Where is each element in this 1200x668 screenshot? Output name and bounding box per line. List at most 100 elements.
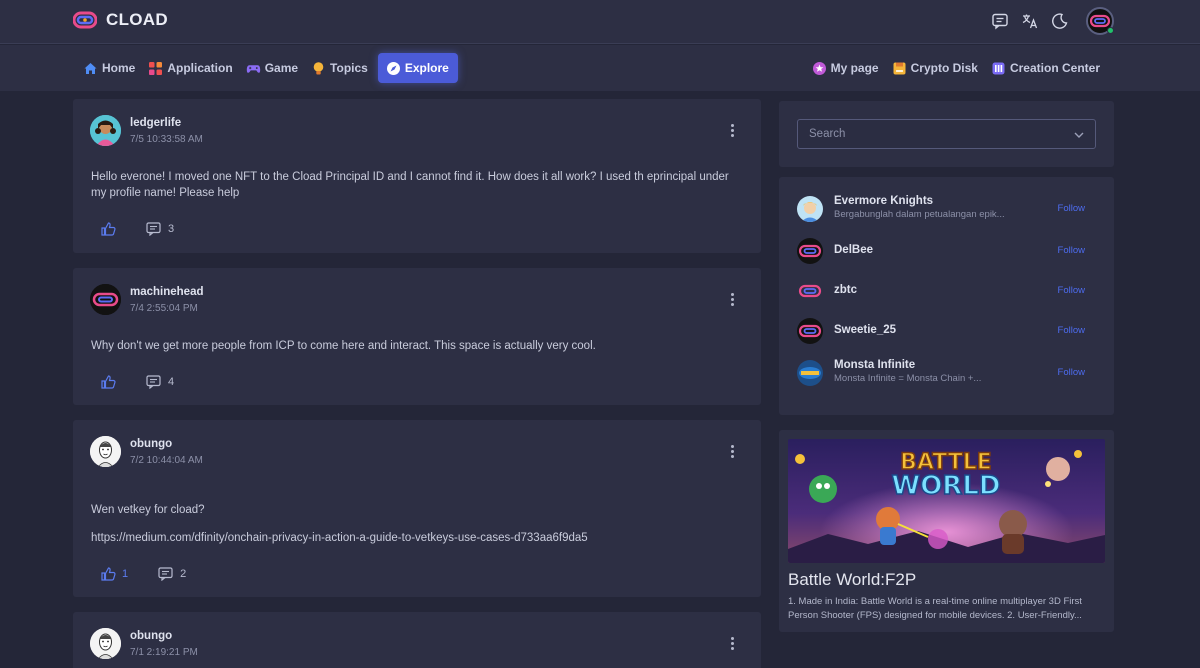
like-button[interactable] xyxy=(101,222,116,236)
sweetie-avatar[interactable] xyxy=(797,318,823,344)
knight-avatar-icon xyxy=(797,196,823,222)
monsta-infinite-avatar[interactable] xyxy=(797,360,823,386)
nav-application[interactable]: Application xyxy=(145,53,238,83)
lightbulb-icon xyxy=(311,61,326,76)
post-timestamp: 7/1 2:19:21 PM xyxy=(130,647,198,658)
evermore-knights-avatar[interactable] xyxy=(797,196,823,222)
game-logo-text-bottom: WORLD xyxy=(892,471,1001,501)
follow-button[interactable]: Follow xyxy=(1058,367,1085,378)
post-avatar[interactable] xyxy=(90,284,121,315)
post-username[interactable]: ledgerlife xyxy=(130,117,181,129)
nav-my-page[interactable]: My page xyxy=(809,53,885,83)
comment-count: 4 xyxy=(168,376,175,388)
post-card: ledgerlife 7/5 10:33:58 AM Hello everone… xyxy=(73,99,761,253)
home-icon xyxy=(83,61,98,76)
thumbs-up-icon xyxy=(101,567,116,581)
nav-explore[interactable]: Explore xyxy=(377,53,458,83)
follow-name[interactable]: Evermore Knights xyxy=(834,195,933,207)
zbtc-avatar[interactable] xyxy=(797,278,823,304)
post-timestamp: 7/4 2:55:04 PM xyxy=(130,303,198,314)
nav-application-label: Application xyxy=(167,61,233,75)
search-input[interactable] xyxy=(809,128,1069,140)
nav-home-label: Home xyxy=(102,61,136,75)
follow-item: zbtc Follow xyxy=(797,277,1097,305)
moon-icon[interactable] xyxy=(1050,11,1070,31)
search-field[interactable] xyxy=(797,119,1096,149)
chat-bubble-icon[interactable] xyxy=(990,11,1010,31)
post-avatar[interactable] xyxy=(90,436,121,467)
sketch-face-avatar-icon xyxy=(90,628,121,659)
comment-icon xyxy=(146,222,161,236)
star-badge-icon xyxy=(812,61,827,76)
more-options-icon[interactable] xyxy=(731,124,735,139)
follow-description: Monsta Infinite = Monsta Chain +... xyxy=(834,373,982,384)
post-timestamp: 7/5 10:33:58 AM xyxy=(130,134,203,145)
nav-crypto-disk[interactable]: Crypto Disk xyxy=(889,53,984,83)
nav-creation-center-label: Creation Center xyxy=(1009,61,1100,75)
game-banner-image[interactable]: BATTLE WORLD xyxy=(788,439,1105,563)
post-text: Hello everone! I moved one NFT to the Cl… xyxy=(91,171,729,199)
more-options-icon[interactable] xyxy=(731,445,735,460)
post-actions: 4 xyxy=(101,375,174,389)
post-username[interactable]: obungo xyxy=(130,630,172,642)
follow-name[interactable]: Monsta Infinite xyxy=(834,359,915,371)
sketch-face-avatar-icon xyxy=(90,436,121,467)
post-username[interactable]: obungo xyxy=(130,438,172,450)
user-avatar[interactable] xyxy=(1086,7,1114,35)
post-card: machinehead 7/4 2:55:04 PM Why don't we … xyxy=(73,268,761,405)
post-avatar[interactable] xyxy=(90,115,121,146)
post-text: Why don't we get more people from ICP to… xyxy=(91,340,596,352)
nav-game-label: Game xyxy=(264,61,299,75)
apps-grid-icon xyxy=(148,61,163,76)
follow-button[interactable]: Follow xyxy=(1058,285,1085,296)
game-description: 1. Made in India: Battle World is a real… xyxy=(788,596,1082,621)
post-text: Wen vetkey for cload? xyxy=(91,504,205,516)
follow-button[interactable]: Follow xyxy=(1058,203,1085,214)
follow-item: Monsta Infinite Monsta Infinite = Monsta… xyxy=(797,359,1097,387)
nav-game[interactable]: Game xyxy=(243,53,304,83)
like-button[interactable]: 1 xyxy=(101,567,128,581)
post-card: obungo 7/2 10:44:04 AM Wen vetkey for cl… xyxy=(73,420,761,597)
featured-game-card[interactable]: BATTLE WORLD Battle World:F2P 1. Made in… xyxy=(779,430,1114,632)
compass-icon xyxy=(386,61,401,76)
like-count: 1 xyxy=(122,568,129,580)
translate-icon[interactable] xyxy=(1020,11,1040,31)
nav-left: Home Application Game Topics Explore xyxy=(80,53,458,83)
like-button[interactable] xyxy=(101,375,116,389)
follow-name[interactable]: Sweetie_25 xyxy=(834,324,896,336)
nav-home[interactable]: Home xyxy=(80,53,141,83)
nav-my-page-label: My page xyxy=(830,61,879,75)
post-body: Hello everone! I moved one NFT to the Cl… xyxy=(91,169,741,201)
post-body: Wen vetkey for cload? https://medium.com… xyxy=(91,502,741,546)
nav-right: My page Crypto Disk Creation Center xyxy=(809,53,1106,83)
game-title[interactable]: Battle World:F2P xyxy=(788,570,916,590)
post-link[interactable]: https://medium.com/dfinity/onchain-priva… xyxy=(91,530,741,546)
comment-button[interactable]: 4 xyxy=(146,375,174,389)
follow-name[interactable]: DelBee xyxy=(834,244,873,256)
nav-topics-label: Topics xyxy=(330,61,368,75)
follow-name[interactable]: zbtc xyxy=(834,284,857,296)
post-body: Why don't we get more people from ICP to… xyxy=(91,338,741,354)
more-options-icon[interactable] xyxy=(731,293,735,308)
brand[interactable]: CLOAD xyxy=(73,10,168,30)
nav-creation-center[interactable]: Creation Center xyxy=(988,53,1106,83)
nav-topics[interactable]: Topics xyxy=(308,53,374,83)
comment-button[interactable]: 2 xyxy=(158,567,186,581)
follow-item: Evermore Knights Bergabunglah dalam petu… xyxy=(797,195,1097,223)
post-username[interactable]: machinehead xyxy=(130,286,204,298)
character-avatar-icon xyxy=(90,115,121,146)
thumbs-up-icon xyxy=(101,375,116,389)
post-card: obungo 7/1 2:19:21 PM xyxy=(73,612,761,668)
follow-button[interactable]: Follow xyxy=(1058,325,1085,336)
delbee-avatar[interactable] xyxy=(797,238,823,264)
creation-icon xyxy=(991,61,1006,76)
comment-button[interactable]: 3 xyxy=(146,222,174,236)
follow-button[interactable]: Follow xyxy=(1058,245,1085,256)
top-actions xyxy=(990,11,1070,31)
gamepad-icon xyxy=(246,61,261,76)
post-avatar[interactable] xyxy=(90,628,121,659)
more-options-icon[interactable] xyxy=(731,637,735,652)
follow-suggestions: Evermore Knights Bergabunglah dalam petu… xyxy=(779,177,1114,415)
comment-icon xyxy=(146,375,161,389)
brand-name: CLOAD xyxy=(106,10,168,29)
